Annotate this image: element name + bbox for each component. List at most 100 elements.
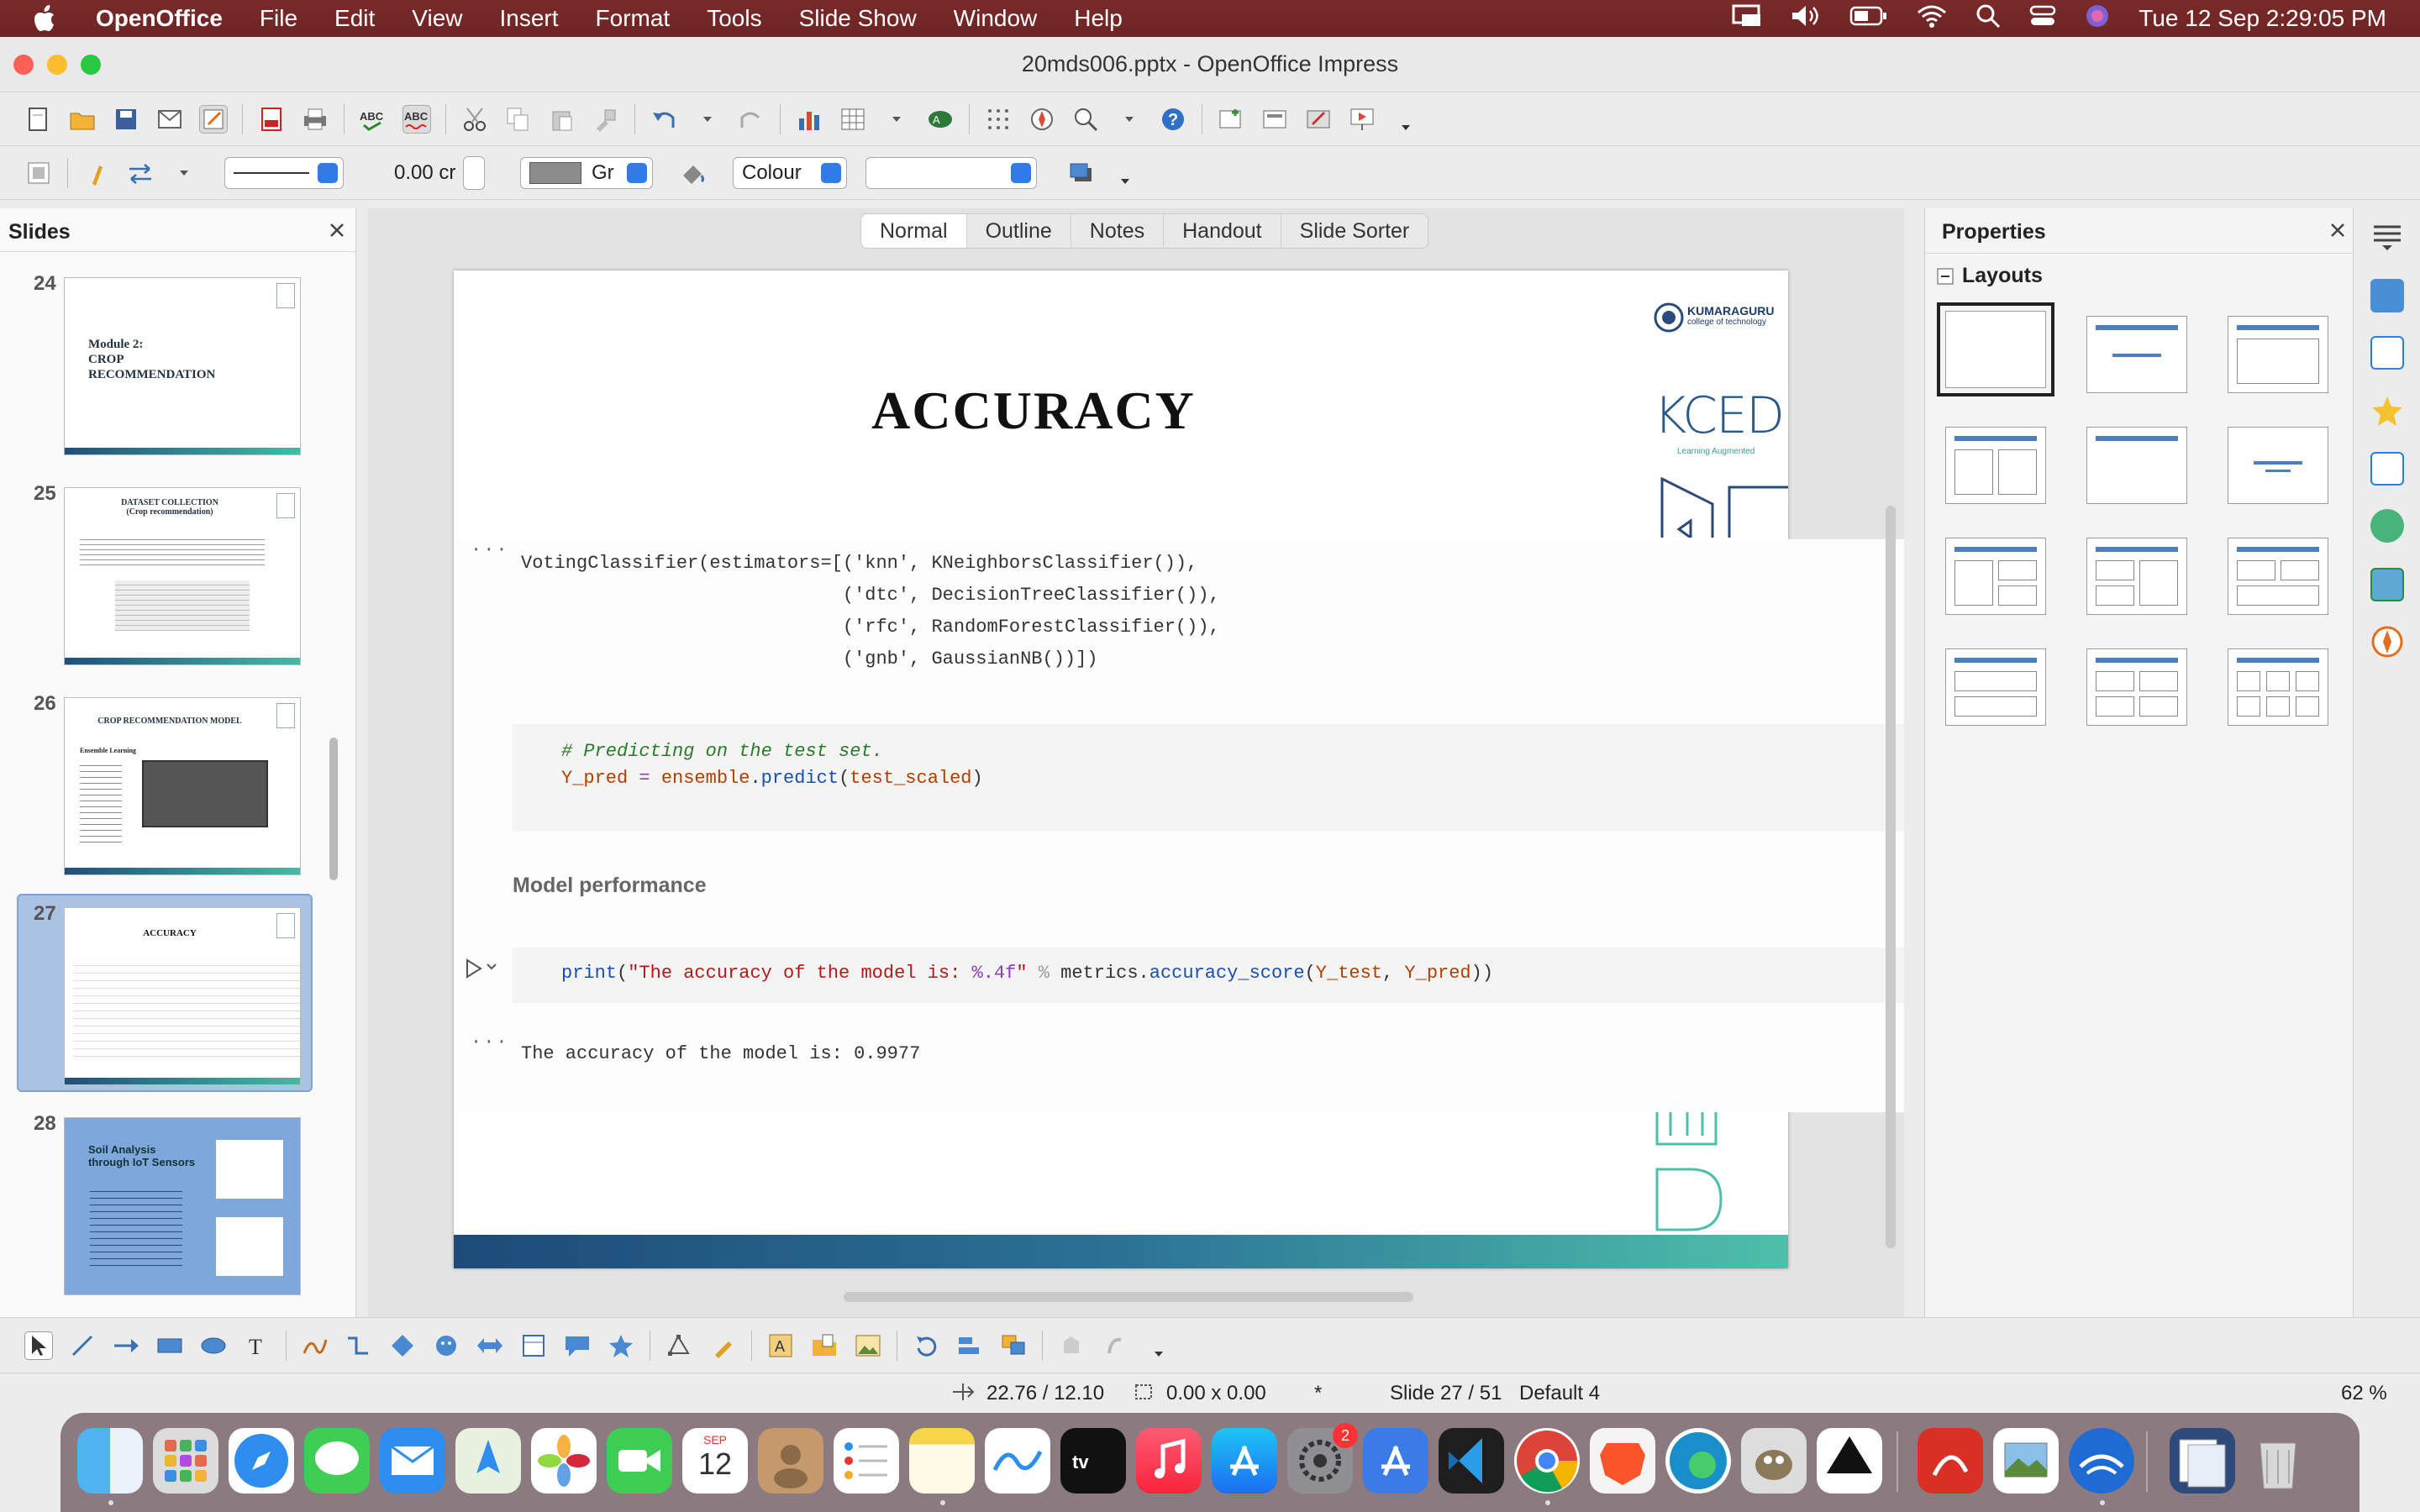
wifi-icon[interactable] xyxy=(1917,4,1947,34)
photos-icon[interactable] xyxy=(531,1428,597,1494)
autospellcheck-icon[interactable]: ABC xyxy=(402,104,431,134)
menu-view[interactable]: View xyxy=(412,5,462,32)
arrange-icon[interactable] xyxy=(999,1331,1028,1360)
shadow-icon[interactable] xyxy=(1067,159,1096,187)
text-tool-icon[interactable]: T xyxy=(243,1331,271,1360)
cut-icon[interactable] xyxy=(460,105,489,134)
chart-icon[interactable] xyxy=(795,105,823,134)
vscode-icon[interactable] xyxy=(1439,1428,1504,1494)
toolbar-overflow-icon-2[interactable] xyxy=(1111,159,1139,187)
layout-title-content[interactable] xyxy=(2228,316,2328,393)
rotate-icon[interactable] xyxy=(912,1331,940,1360)
zoom-dropdown-icon[interactable] xyxy=(1115,105,1144,134)
mail-icon[interactable] xyxy=(380,1428,445,1494)
open-folder-icon[interactable] xyxy=(68,105,97,134)
downloads-stack-icon[interactable] xyxy=(2170,1428,2235,1494)
table-dropdown-icon[interactable] xyxy=(882,105,911,134)
screen-mirroring-icon[interactable] xyxy=(1732,4,1762,34)
undo-dropdown-icon[interactable] xyxy=(693,105,722,134)
sidebar-menu-icon[interactable] xyxy=(2370,220,2404,258)
tab-normal[interactable]: Normal xyxy=(861,214,967,248)
slide-layout-icon[interactable] xyxy=(1260,105,1289,134)
navigator-icon[interactable] xyxy=(1028,105,1056,134)
align-icon[interactable] xyxy=(955,1331,984,1360)
layout-blank[interactable] xyxy=(1937,302,2054,396)
connector-icon[interactable] xyxy=(345,1331,373,1360)
layout-six-content[interactable] xyxy=(2228,648,2328,726)
launchpad-icon[interactable] xyxy=(153,1428,218,1494)
xcode-instruments-icon[interactable] xyxy=(1363,1428,1428,1494)
openoffice-icon[interactable] xyxy=(2069,1428,2134,1494)
area-style-select[interactable]: Colour xyxy=(733,156,847,189)
layout-title-slide[interactable] xyxy=(2086,316,2187,393)
master-page-name[interactable]: Default 4 xyxy=(1519,1382,1600,1405)
menu-format[interactable]: Format xyxy=(596,5,671,32)
calendar-icon[interactable]: SEP 12 xyxy=(682,1428,748,1494)
menu-edit[interactable]: Edit xyxy=(334,5,375,32)
fontwork-icon[interactable]: A xyxy=(766,1331,795,1360)
reminders-icon[interactable] xyxy=(834,1428,899,1494)
spotlight-search-icon[interactable] xyxy=(1975,3,2001,34)
glue-points-icon[interactable] xyxy=(708,1331,737,1360)
area-color-dropdown-icon[interactable] xyxy=(1011,162,1031,183)
menu-tools[interactable]: Tools xyxy=(707,5,761,32)
brave-icon[interactable] xyxy=(1590,1428,1655,1494)
slide-thumbnail-26[interactable]: CROP RECOMMENDATION MODEL Ensemble Learn… xyxy=(64,697,301,875)
line-color-dropdown-icon[interactable] xyxy=(627,162,647,183)
menu-file[interactable]: File xyxy=(260,5,297,32)
extrusion-icon[interactable] xyxy=(1057,1331,1086,1360)
basic-shapes-icon[interactable] xyxy=(388,1331,417,1360)
maps-icon[interactable] xyxy=(455,1428,521,1494)
apple-tv-icon[interactable]: tv xyxy=(1060,1428,1126,1494)
curve-icon[interactable] xyxy=(301,1331,329,1360)
close-properties-icon[interactable] xyxy=(2329,222,2346,239)
drawbar-overflow-icon[interactable] xyxy=(1144,1331,1173,1360)
slide-vertical-scrollbar[interactable] xyxy=(1886,506,1896,1248)
save-icon[interactable] xyxy=(112,105,140,134)
line-width-field[interactable]: 0.00 cr xyxy=(386,157,463,189)
menu-help[interactable]: Help xyxy=(1074,5,1123,32)
trash-icon[interactable] xyxy=(2245,1428,2311,1494)
export-pdf-icon[interactable] xyxy=(257,105,286,134)
points-icon[interactable] xyxy=(665,1331,693,1360)
arrow-style-icon[interactable] xyxy=(126,159,155,187)
layout-four-content[interactable] xyxy=(2086,648,2187,726)
grid-icon[interactable] xyxy=(984,105,1013,134)
stars-icon[interactable] xyxy=(607,1331,635,1360)
collapse-icon[interactable] xyxy=(1937,268,1954,285)
line-style-select[interactable] xyxy=(224,156,344,189)
master-pages-tab-icon[interactable] xyxy=(2370,336,2404,370)
insert-from-file-icon[interactable] xyxy=(810,1331,839,1360)
clone-formatting-icon[interactable] xyxy=(592,105,620,134)
safari-icon[interactable] xyxy=(229,1428,294,1494)
battery-icon[interactable] xyxy=(1849,5,1888,33)
menu-insert[interactable]: Insert xyxy=(499,5,558,32)
menu-slide-show[interactable]: Slide Show xyxy=(799,5,917,32)
tab-slide-sorter[interactable]: Slide Sorter xyxy=(1281,214,1428,248)
layout-title-two-content[interactable] xyxy=(1945,427,2046,504)
area-style-dropdown-icon[interactable] xyxy=(821,162,841,183)
slide-transition-tab-icon[interactable] xyxy=(2370,452,2404,486)
menu-window[interactable]: Window xyxy=(954,5,1038,32)
slides-pane-scrollbar[interactable] xyxy=(329,738,338,880)
close-slides-pane-icon[interactable] xyxy=(329,222,345,239)
notes-icon[interactable] xyxy=(909,1428,975,1494)
tab-handout[interactable]: Handout xyxy=(1164,214,1281,248)
gimp-icon[interactable] xyxy=(1741,1428,1807,1494)
volume-icon[interactable] xyxy=(1791,4,1821,34)
accuracy-code-cell[interactable]: print("The accuracy of the model is: %.4… xyxy=(513,948,1904,1003)
gallery-tab-icon[interactable] xyxy=(2370,568,2404,601)
new-document-icon[interactable] xyxy=(24,105,53,134)
music-icon[interactable] xyxy=(1136,1428,1202,1494)
messages-icon[interactable] xyxy=(304,1428,370,1494)
table-icon[interactable] xyxy=(839,105,867,134)
area-fill-icon[interactable] xyxy=(678,159,707,187)
chrome-icon[interactable] xyxy=(1514,1428,1580,1494)
line-width-stepper[interactable] xyxy=(463,155,485,190)
tab-outline[interactable]: Outline xyxy=(967,214,1071,248)
arrow-style-dropdown-icon[interactable] xyxy=(170,159,198,187)
document-modified[interactable]: * xyxy=(1314,1382,1322,1405)
slide-new-icon[interactable] xyxy=(1217,105,1245,134)
undo-icon[interactable] xyxy=(650,105,678,134)
area-color-select[interactable] xyxy=(865,156,1037,189)
